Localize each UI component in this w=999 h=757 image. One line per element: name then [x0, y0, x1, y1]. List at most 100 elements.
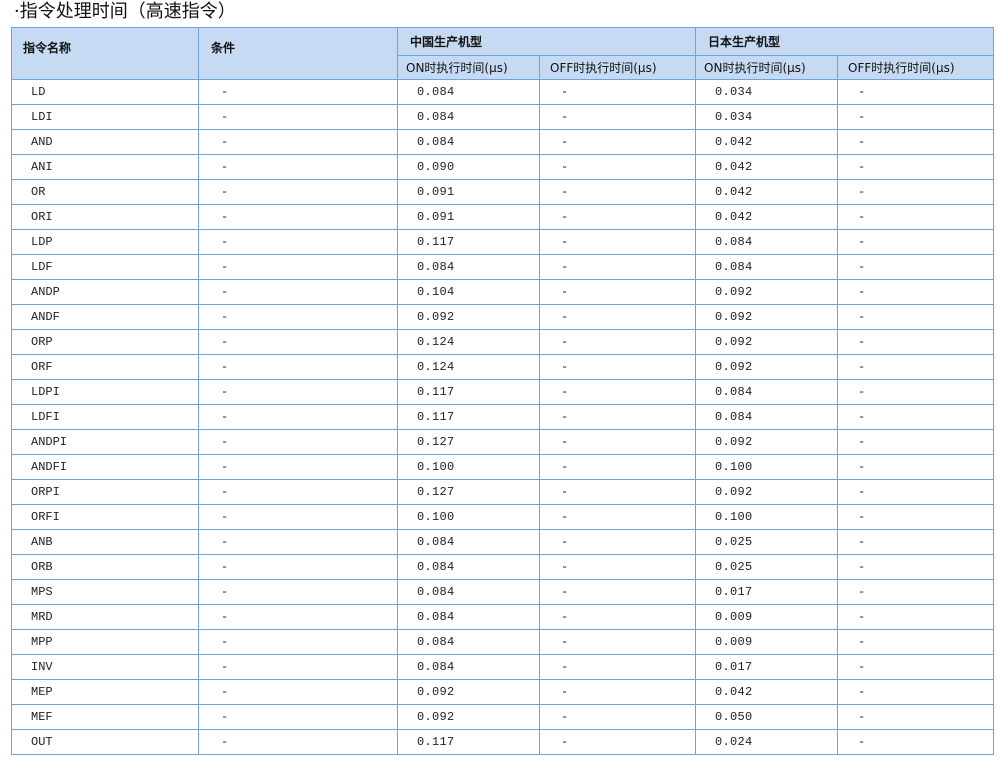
table-row: OUT - 0.117 - 0.024 -	[11, 729, 995, 755]
china-on-cell: 0.100	[397, 504, 540, 530]
japan-off-cell: -	[837, 504, 995, 530]
china-on-cell: 0.090	[397, 154, 540, 180]
japan-off-cell: -	[837, 529, 995, 555]
japan-on-cell: 0.092	[695, 429, 839, 455]
table-row: ANDFI - 0.100 - 0.100 -	[11, 454, 995, 480]
instruction-cell: ANDP	[11, 279, 199, 305]
china-on-cell: 0.100	[397, 454, 540, 480]
japan-off-cell: -	[837, 329, 995, 355]
china-on-cell: 0.084	[397, 554, 540, 580]
china-off-cell: -	[538, 329, 697, 355]
japan-off-cell: -	[837, 654, 995, 680]
condition-cell: -	[198, 204, 398, 230]
china-off-cell: -	[538, 179, 697, 205]
japan-on-cell: 0.017	[695, 579, 839, 605]
japan-on-cell: 0.084	[695, 254, 839, 280]
condition-cell: -	[198, 304, 398, 330]
japan-on-cell: 0.042	[695, 679, 839, 705]
china-on-cell: 0.127	[397, 429, 540, 455]
instruction-cell: LDI	[11, 104, 199, 130]
instruction-cell: LDP	[11, 229, 199, 255]
condition-cell: -	[198, 579, 398, 605]
condition-cell: -	[198, 654, 398, 680]
instruction-cell: ANDFI	[11, 454, 199, 480]
china-off-cell: -	[538, 379, 697, 405]
condition-cell: -	[198, 454, 398, 480]
japan-off-cell: -	[837, 629, 995, 655]
condition-cell: -	[198, 279, 398, 305]
japan-off-cell: -	[837, 154, 995, 180]
table-row: MPP - 0.084 - 0.009 -	[11, 629, 995, 655]
condition-cell: -	[198, 229, 398, 255]
china-on-cell: 0.092	[397, 704, 540, 730]
china-off-cell: -	[538, 304, 697, 330]
china-on-cell: 0.084	[397, 129, 540, 155]
japan-off-cell: -	[837, 204, 995, 230]
japan-on-cell: 0.092	[695, 279, 839, 305]
condition-cell: -	[198, 354, 398, 380]
japan-on-cell: 0.084	[695, 404, 839, 430]
header-china-group: 中国生产机型	[396, 27, 697, 56]
japan-off-cell: -	[837, 279, 995, 305]
table-row: ANDPI - 0.127 - 0.092 -	[11, 429, 995, 455]
japan-on-cell: 0.009	[695, 604, 839, 630]
japan-on-cell: 0.092	[695, 479, 839, 505]
header-china-off: OFF时执行时间(μs)	[538, 55, 697, 80]
china-off-cell: -	[538, 229, 697, 255]
china-on-cell: 0.104	[397, 279, 540, 305]
china-off-cell: -	[538, 654, 697, 680]
instruction-cell: ANI	[11, 154, 199, 180]
instruction-cell: ORPI	[11, 479, 199, 505]
china-on-cell: 0.124	[397, 354, 540, 380]
japan-on-cell: 0.042	[695, 179, 839, 205]
table-row: ORF - 0.124 - 0.092 -	[11, 354, 995, 380]
japan-off-cell: -	[837, 354, 995, 380]
china-on-cell: 0.117	[397, 729, 540, 755]
china-off-cell: -	[538, 129, 697, 155]
japan-off-cell: -	[837, 579, 995, 605]
japan-off-cell: -	[837, 479, 995, 505]
table-row: MEP - 0.092 - 0.042 -	[11, 679, 995, 705]
japan-on-cell: 0.084	[695, 379, 839, 405]
instruction-cell: ORP	[11, 329, 199, 355]
instruction-cell: LD	[11, 79, 199, 105]
china-off-cell: -	[538, 679, 697, 705]
table-row: ANI - 0.090 - 0.042 -	[11, 154, 995, 180]
china-off-cell: -	[538, 204, 697, 230]
china-on-cell: 0.117	[397, 229, 540, 255]
china-on-cell: 0.117	[397, 404, 540, 430]
japan-off-cell: -	[837, 604, 995, 630]
condition-cell: -	[198, 629, 398, 655]
japan-off-cell: -	[837, 379, 995, 405]
condition-cell: -	[198, 104, 398, 130]
japan-off-cell: -	[837, 454, 995, 480]
china-on-cell: 0.084	[397, 529, 540, 555]
china-off-cell: -	[538, 529, 697, 555]
instruction-cell: ANDPI	[11, 429, 199, 455]
table-row: LDPI - 0.117 - 0.084 -	[11, 379, 995, 405]
condition-cell: -	[198, 129, 398, 155]
japan-off-cell: -	[837, 554, 995, 580]
instruction-cell: LDFI	[11, 404, 199, 430]
japan-off-cell: -	[837, 179, 995, 205]
japan-off-cell: -	[837, 129, 995, 155]
japan-on-cell: 0.042	[695, 129, 839, 155]
condition-cell: -	[198, 729, 398, 755]
japan-on-cell: 0.042	[695, 154, 839, 180]
japan-off-cell: -	[837, 254, 995, 280]
china-on-cell: 0.092	[397, 679, 540, 705]
condition-cell: -	[198, 554, 398, 580]
china-off-cell: -	[538, 279, 697, 305]
table-row: LDFI - 0.117 - 0.084 -	[11, 404, 995, 430]
china-off-cell: -	[538, 729, 697, 755]
japan-off-cell: -	[837, 679, 995, 705]
table-row: LDI - 0.084 - 0.034 -	[11, 104, 995, 130]
instruction-cell: ORFI	[11, 504, 199, 530]
china-on-cell: 0.091	[397, 179, 540, 205]
china-on-cell: 0.127	[397, 479, 540, 505]
china-on-cell: 0.084	[397, 629, 540, 655]
condition-cell: -	[198, 179, 398, 205]
japan-on-cell: 0.092	[695, 354, 839, 380]
instruction-cell: OR	[11, 179, 199, 205]
instruction-cell: LDF	[11, 254, 199, 280]
